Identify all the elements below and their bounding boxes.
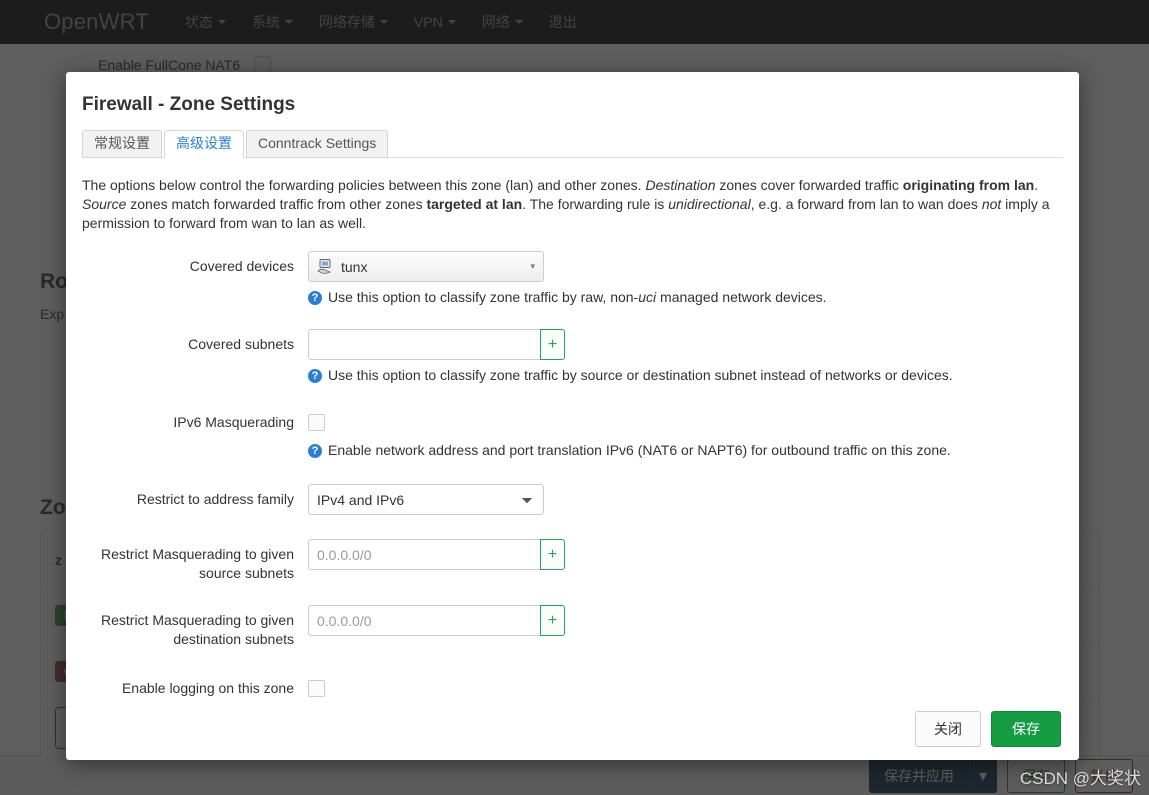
desc-part5: . The forwarding rule is <box>522 196 668 212</box>
ipv6-masquerading-help-text: Enable network address and port translat… <box>328 442 951 458</box>
restrict-masq-destination-add-button[interactable]: + <box>540 605 565 636</box>
ipv6-masquerading-help: ? Enable network address and port transl… <box>308 442 1063 458</box>
restrict-masq-source-input[interactable] <box>308 539 540 570</box>
desc-em-source: Source <box>82 196 126 212</box>
field-covered-devices: Covered devices tunx ▾ <box>82 251 1063 305</box>
covered-devices-dropdown[interactable]: tunx ▾ <box>308 251 544 282</box>
help-icon[interactable]: ? <box>308 369 322 383</box>
help-icon[interactable]: ? <box>308 444 322 458</box>
ipv6-masquerading-checkbox[interactable] <box>308 414 325 431</box>
chevron-down-icon: ▾ <box>530 261 535 272</box>
restrict-masq-source-add-button[interactable]: + <box>540 539 565 570</box>
covered-devices-help-pre: Use this option to classify zone traffic… <box>328 289 638 305</box>
restrict-address-family-label: Restrict to address family <box>82 484 308 515</box>
dialog-description: The options below control the forwarding… <box>82 176 1063 233</box>
restrict-masq-destination-label: Restrict Masquerading to given destinati… <box>82 605 308 649</box>
restrict-masq-source-input-group: + <box>308 539 565 570</box>
ipv6-masquerading-label: IPv6 Masquerading <box>82 407 308 458</box>
field-restrict-masq-destination: Restrict Masquerading to given destinati… <box>82 605 1063 649</box>
covered-devices-help: ? Use this option to classify zone traff… <box>308 289 1063 305</box>
desc-part3: . <box>1034 177 1038 193</box>
desc-strong-originating: originating from lan <box>903 177 1034 193</box>
restrict-masq-source-label: Restrict Masquerading to given source su… <box>82 539 308 583</box>
desc-strong-targeted: targeted at lan <box>426 196 522 212</box>
restrict-address-family-select[interactable]: IPv4 and IPv6 IPv4 only IPv6 only <box>308 484 544 515</box>
dialog-form: Covered devices tunx ▾ <box>66 251 1079 698</box>
field-restrict-address-family: Restrict to address family IPv4 and IPv6… <box>82 484 1063 515</box>
covered-devices-help-post: managed network devices. <box>656 289 826 305</box>
restrict-masq-destination-input[interactable] <box>308 605 540 636</box>
desc-em-destination: Destination <box>645 177 715 193</box>
field-restrict-masq-source: Restrict Masquerading to given source su… <box>82 539 1063 583</box>
enable-logging-checkbox[interactable] <box>308 680 325 697</box>
desc-part6: , e.g. a forward from lan to wan does <box>751 196 982 212</box>
firewall-zone-settings-dialog: Firewall - Zone Settings 常规设置 高级设置 Connt… <box>66 72 1079 760</box>
covered-devices-help-em: uci <box>638 289 656 305</box>
desc-em-unidirectional: unidirectional <box>668 196 751 212</box>
tab-general-settings[interactable]: 常规设置 <box>82 130 162 158</box>
enable-logging-label: Enable logging on this zone <box>82 673 308 698</box>
tab-conntrack-settings[interactable]: Conntrack Settings <box>246 130 388 158</box>
covered-subnets-add-button[interactable]: + <box>540 329 565 360</box>
desc-part2: zones cover forwarded traffic <box>716 177 903 193</box>
restrict-masq-destination-input-group: + <box>308 605 565 636</box>
desc-part1: The options below control the forwarding… <box>82 177 645 193</box>
dialog-title: Firewall - Zone Settings <box>82 94 1079 116</box>
covered-devices-value: tunx <box>341 259 367 275</box>
dialog-footer: 关闭 保存 <box>66 698 1079 760</box>
covered-subnets-help: ? Use this option to classify zone traff… <box>308 367 1063 383</box>
save-button[interactable]: 保存 <box>991 711 1061 747</box>
watermark: CSDN @大奖状 <box>1020 764 1141 789</box>
tab-advanced-settings[interactable]: 高级设置 <box>164 130 244 158</box>
covered-subnets-label: Covered subnets <box>82 329 308 383</box>
covered-subnets-help-text: Use this option to classify zone traffic… <box>328 367 953 383</box>
help-icon[interactable]: ? <box>308 291 322 305</box>
covered-devices-label: Covered devices <box>82 251 308 305</box>
field-enable-logging: Enable logging on this zone <box>82 673 1063 698</box>
field-covered-subnets: Covered subnets + ? Use this option to c… <box>82 329 1063 383</box>
close-button[interactable]: 关闭 <box>915 711 981 747</box>
field-ipv6-masquerading: IPv6 Masquerading ? Enable network addre… <box>82 407 1063 458</box>
network-device-icon <box>317 259 334 274</box>
covered-subnets-input-group: + <box>308 329 565 360</box>
desc-em-not: not <box>982 196 1001 212</box>
covered-subnets-input[interactable] <box>308 329 540 360</box>
desc-part4: zones match forwarded traffic from other… <box>126 196 426 212</box>
dialog-tabs: 常规设置 高级设置 Conntrack Settings <box>82 130 1063 158</box>
app-root: OpenWRT 状态 系统 网络存储 VPN 网络 退出 Enable Fu <box>0 0 1149 795</box>
